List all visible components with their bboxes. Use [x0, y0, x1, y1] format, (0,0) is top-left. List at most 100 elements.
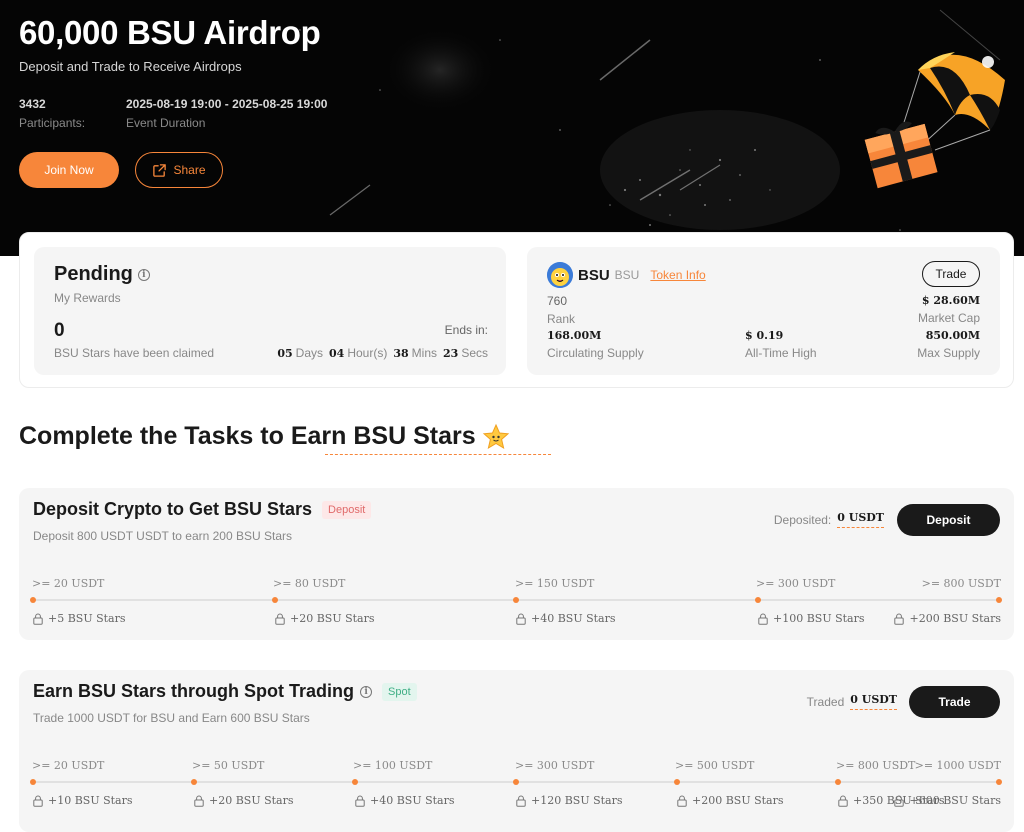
page-title: 60,000 BSU Airdrop — [19, 14, 321, 51]
reward-label: +600 BSU Stars — [909, 794, 1001, 807]
countdown-mins-label: Mins — [411, 346, 437, 360]
spot-tag: Spot — [382, 682, 417, 701]
share-button[interactable]: Share — [135, 152, 223, 188]
pending-title: Pending i — [54, 263, 150, 286]
info-panel: Pending i My Rewards 0 BSU Stars have be… — [19, 232, 1014, 388]
milestone-dot — [674, 779, 680, 785]
my-rewards-label: My Rewards — [54, 291, 121, 305]
milestone-dot — [996, 597, 1002, 603]
participants-stat: 3432 Participants: — [19, 97, 85, 130]
page-subtitle: Deposit and Trade to Receive Airdrops — [19, 59, 242, 74]
milestone-dot — [835, 779, 841, 785]
lock-icon — [894, 795, 905, 807]
event-duration-value: 2025-08-19 19:00 - 2025-08-25 19:00 — [126, 97, 328, 111]
traded-value: 0 USDT — [850, 693, 897, 710]
max-supply-label: Max Supply — [917, 346, 980, 360]
spot-trading-task-card: Earn BSU Stars through Spot Trading i Sp… — [19, 670, 1014, 832]
tasks-heading: Complete the Tasks to Earn BSU Stars — [19, 422, 551, 455]
milestone-dot — [30, 597, 36, 603]
lock-icon — [275, 613, 285, 625]
spot-milestone-reward: +10 BSU Stars — [33, 794, 133, 807]
participants-count: 3432 — [19, 97, 46, 111]
token-trade-button[interactable]: Trade — [922, 261, 980, 287]
deposit-milestone-reward: +100 BSU Stars — [758, 612, 865, 625]
lock-icon — [194, 795, 204, 807]
reward-label: +40 BSU Stars — [370, 794, 455, 807]
deposit-button[interactable]: Deposit — [897, 504, 1000, 536]
info-icon[interactable]: i — [360, 685, 373, 698]
spot-milestone-threshold: >= 50 USDT — [192, 759, 265, 772]
participants-label: Participants: — [19, 116, 86, 130]
spot-task-title: Earn BSU Stars through Spot Trading i Sp… — [33, 681, 417, 702]
traded-label: Traded — [806, 694, 845, 709]
lock-icon — [516, 795, 526, 807]
circulating-supply-value: 168.00M — [547, 329, 602, 342]
token-header: BSU BSU Token Info — [547, 262, 706, 288]
pending-rewards-card: Pending i My Rewards 0 BSU Stars have be… — [34, 247, 506, 375]
spot-milestone-threshold: >= 100 USDT — [353, 759, 433, 772]
pending-title-text: Pending — [54, 263, 133, 285]
milestone-dot — [272, 597, 278, 603]
join-now-button[interactable]: Join Now — [19, 152, 119, 188]
deposit-milestone-threshold: >= 80 USDT — [273, 577, 346, 590]
spot-task-subtitle: Trade 1000 USDT for BSU and Earn 600 BSU… — [33, 711, 310, 725]
bsu-token-logo-icon — [547, 262, 573, 288]
deposit-tag: Deposit — [322, 500, 372, 519]
lock-icon — [33, 795, 43, 807]
milestone-dot — [755, 597, 761, 603]
reward-label: +200 BSU Stars — [909, 612, 1001, 625]
token-info-link[interactable]: Token Info — [650, 268, 705, 282]
deposit-milestone-threshold: >= 800 USDT — [921, 577, 1001, 590]
rank-stat: 760 Rank — [547, 294, 575, 326]
milestone-dot — [996, 779, 1002, 785]
share-button-label: Share — [173, 163, 206, 177]
lock-icon — [355, 795, 365, 807]
token-symbol: BSU — [578, 266, 610, 284]
deposited-value: 0 USDT — [837, 511, 884, 528]
lock-icon — [516, 613, 526, 625]
token-info-card: BSU BSU Token Info Trade 760 Rank $ 28.6… — [527, 247, 1000, 375]
spot-milestone-threshold: >= 500 USDT — [675, 759, 755, 772]
deposit-milestone-reward: +20 BSU Stars — [275, 612, 375, 625]
deposit-task-title-text: Deposit Crypto to Get BSU Stars — [33, 499, 313, 519]
info-icon[interactable]: i — [137, 268, 150, 281]
countdown-secs-label: Secs — [461, 346, 488, 360]
lock-icon — [838, 795, 848, 807]
parachute-gift-icon — [864, 52, 1005, 189]
reward-label: +40 BSU Stars — [531, 612, 616, 625]
rank-value: 760 — [547, 294, 568, 308]
countdown-days-label: Days — [295, 346, 324, 360]
spot-milestone-threshold: >= 20 USDT — [32, 759, 105, 772]
reward-label: +200 BSU Stars — [692, 794, 784, 807]
deposited-status: Deposited: 0 USDT — [774, 511, 884, 528]
heading-underline — [325, 454, 551, 455]
circulating-supply-stat: 168.00M Circulating Supply — [547, 329, 644, 360]
deposited-label: Deposited: — [773, 512, 832, 527]
all-time-high-stat: $ 0.19 All-Time High — [745, 329, 817, 360]
countdown-timer: 05 Days 04 Hour(s) 38 Mins 23 Secs — [277, 346, 488, 360]
share-icon — [153, 163, 167, 177]
lock-icon — [677, 795, 687, 807]
countdown-secs: 23 — [443, 347, 459, 360]
countdown-hours-label: Hour(s) — [347, 346, 388, 360]
token-symbol-small: BSU — [614, 268, 640, 282]
all-time-high-value: $ 0.19 — [745, 329, 784, 342]
spot-milestone-threshold: >= 800 USDT — [836, 759, 916, 772]
event-duration-label: Event Duration — [126, 116, 206, 130]
spot-milestone-reward: +40 BSU Stars — [355, 794, 455, 807]
rewards-count: 0 — [54, 320, 65, 341]
reward-label: +20 BSU Stars — [209, 794, 294, 807]
milestone-dot — [30, 779, 36, 785]
spot-trade-button[interactable]: Trade — [909, 686, 1000, 718]
tasks-heading-text: Complete the Tasks to Earn BSU Stars — [19, 422, 476, 450]
event-duration-stat: 2025-08-19 19:00 - 2025-08-25 19:00 Even… — [126, 97, 327, 130]
reward-label: +120 BSU Stars — [531, 794, 623, 807]
spot-task-title-text: Earn BSU Stars through Spot Trading — [33, 681, 355, 701]
traded-status: Traded 0 USDT — [807, 693, 897, 710]
lock-icon — [33, 613, 43, 625]
star-icon — [482, 423, 509, 449]
deposit-milestone-reward: +5 BSU Stars — [33, 612, 126, 625]
lock-icon — [894, 613, 905, 625]
spot-milestone-reward: +200 BSU Stars — [677, 794, 784, 807]
hero-banner: 60,000 BSU Airdrop Deposit and Trade to … — [0, 0, 1024, 256]
